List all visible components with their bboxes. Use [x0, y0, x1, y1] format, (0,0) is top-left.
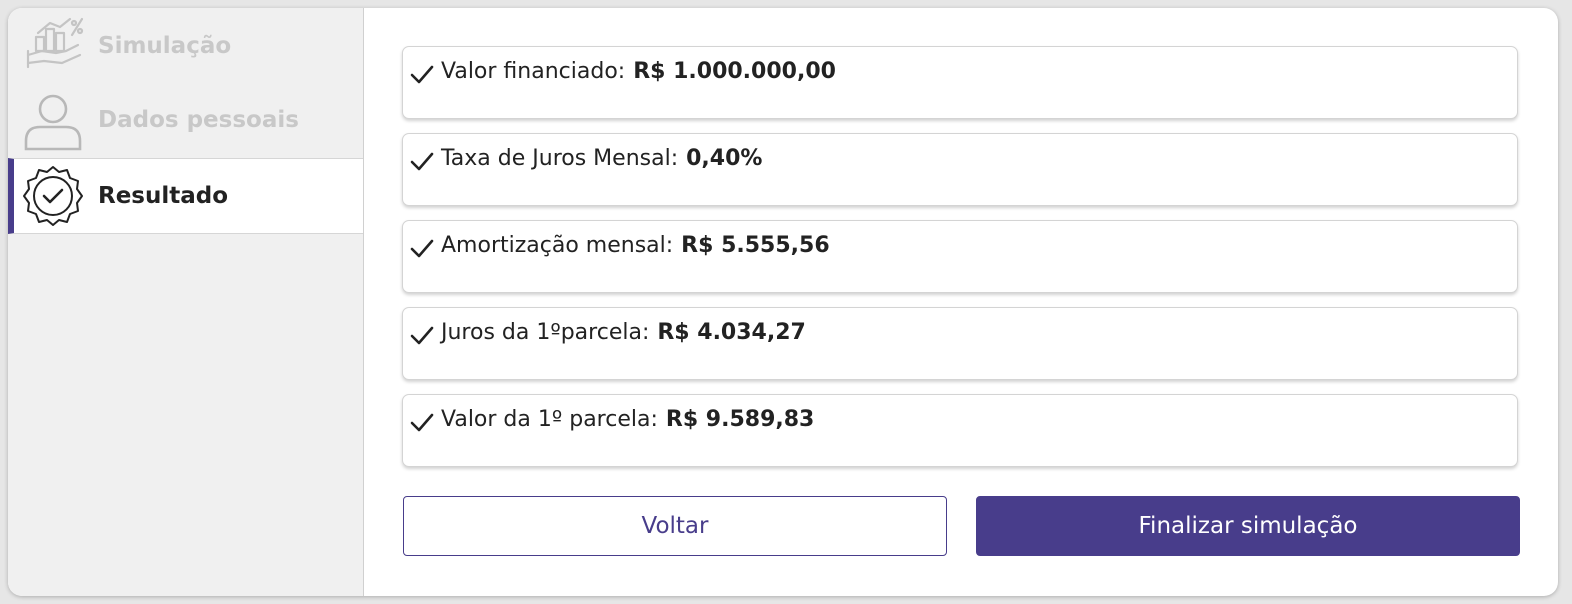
- result-label: Valor da 1º parcela:: [441, 407, 658, 432]
- result-label: Taxa de Juros Mensal:: [441, 146, 679, 171]
- check-icon: [410, 65, 434, 84]
- result-value: R$ 5.555,56: [681, 233, 830, 258]
- step-dados-pessoais-label: Dados pessoais: [98, 107, 299, 133]
- action-bar: Voltar Finalizar simulação: [403, 496, 1520, 556]
- result-value: R$ 4.034,27: [657, 320, 806, 345]
- result-value: R$ 1.000.000,00: [633, 59, 836, 84]
- steps-sidebar: Simulação Dados pessoais Resultado: [8, 8, 364, 596]
- result-valor-parcela: Valor da 1º parcela: R$ 9.589,83: [402, 394, 1518, 467]
- check-icon: [410, 152, 434, 171]
- back-button[interactable]: Voltar: [403, 496, 947, 556]
- result-value: 0,40%: [686, 146, 763, 171]
- result-valor-financiado: Valor financiado: R$ 1.000.000,00: [402, 46, 1518, 119]
- step-dados-pessoais[interactable]: Dados pessoais: [8, 82, 363, 158]
- step-simulacao-label: Simulação: [98, 33, 232, 59]
- simulation-card: Simulação Dados pessoais Resultado Valor…: [8, 8, 1558, 596]
- result-taxa-juros: Taxa de Juros Mensal: 0,40%: [402, 133, 1518, 206]
- check-icon: [410, 326, 434, 345]
- result-amortizacao: Amortização mensal: R$ 5.555,56: [402, 220, 1518, 293]
- check-icon: [410, 413, 434, 432]
- result-label: Amortização mensal:: [441, 233, 674, 258]
- chart-hand-icon: [22, 15, 84, 77]
- result-juros-parcela: Juros da 1ºparcela: R$ 4.034,27: [402, 307, 1518, 380]
- result-label: Valor financiado:: [441, 59, 626, 84]
- user-icon: [22, 89, 84, 151]
- finish-simulation-button[interactable]: Finalizar simulação: [976, 496, 1520, 556]
- badge-check-icon: [22, 165, 84, 227]
- result-value: R$ 9.589,83: [665, 407, 815, 432]
- check-icon: [410, 239, 434, 258]
- step-resultado[interactable]: Resultado: [8, 158, 363, 234]
- result-label: Juros da 1ºparcela:: [441, 320, 650, 345]
- step-simulacao[interactable]: Simulação: [8, 8, 363, 84]
- step-resultado-label: Resultado: [98, 183, 229, 209]
- results-list: Valor financiado: R$ 1.000.000,00 Taxa d…: [402, 46, 1520, 481]
